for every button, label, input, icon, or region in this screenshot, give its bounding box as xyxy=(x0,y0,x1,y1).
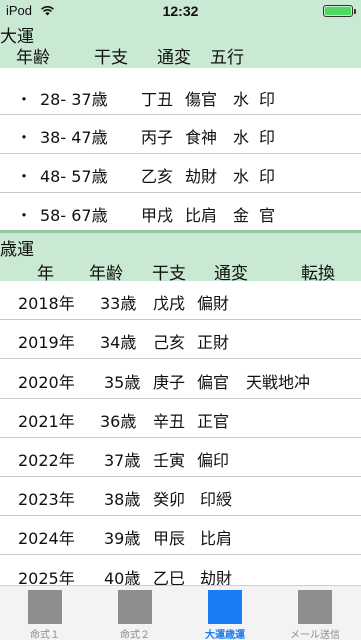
row-kanshi: 壬寅 xyxy=(153,451,186,470)
row-year: 2023年 xyxy=(18,490,75,509)
tab-label: 命式２ xyxy=(120,630,150,640)
row-age: 38歳 xyxy=(104,490,141,509)
row-age: 35歳 xyxy=(104,373,141,392)
row-year: 2020年 xyxy=(18,373,75,392)
row-tsuhen: 偏財 xyxy=(197,294,230,313)
tab-bar: 命式１ 命式２ 大運歳運 メール送信 xyxy=(0,585,361,640)
saiun-row[interactable]: 2020年 35歳 庚子 偏官 天戦地冲 xyxy=(0,359,361,399)
row-kanshi: 丁丑 xyxy=(141,90,174,109)
row-tsuhen: 偏官 xyxy=(197,373,230,392)
battery-icon xyxy=(323,5,356,17)
daiun-saiun-icon xyxy=(208,590,242,624)
row-kanshi: 乙亥 xyxy=(141,167,174,186)
row-year: 2024年 xyxy=(18,529,75,548)
row-kanshi: 庚子 xyxy=(153,373,186,392)
row-gogyo: 水 xyxy=(233,167,250,186)
daiun-col-age: 年齢 xyxy=(16,48,50,68)
row-year: 2019年 xyxy=(18,333,75,352)
row-tsuhen: 食神 xyxy=(185,128,218,147)
row-year: 2021年 xyxy=(18,412,75,431)
row-extra: 官 xyxy=(259,206,276,225)
row-bullet: ・ xyxy=(16,206,33,225)
row-age: 28- 37歳 xyxy=(40,90,108,109)
meishiki-1-icon xyxy=(28,590,62,624)
row-kanshi: 己亥 xyxy=(153,333,186,352)
daiun-row[interactable]: ・ 58- 67歳 甲戌 比肩 金 官 xyxy=(0,193,361,230)
saiun-section-header: 歳運 年 年齢 干支 通変 転換 xyxy=(0,230,361,284)
tab-meishiki-2[interactable]: 命式２ xyxy=(90,586,180,640)
row-extra: 印 xyxy=(259,128,276,147)
daiun-row[interactable]: ・ 28- 37歳 丁丑 傷官 水 印 xyxy=(0,76,361,115)
tab-label: 大運歳運 xyxy=(205,630,245,640)
row-tenkan: 天戦地冲 xyxy=(246,373,311,392)
row-bullet: ・ xyxy=(16,90,33,109)
daiun-col-kanshi: 干支 xyxy=(94,48,128,68)
status-bar: iPod 12:32 xyxy=(0,0,361,22)
row-tsuhen: 正官 xyxy=(197,412,230,431)
daiun-col-gogyo: 五行 xyxy=(210,48,244,68)
row-tsuhen: 劫財 xyxy=(185,167,218,186)
row-age: 38- 47歳 xyxy=(40,128,108,147)
clock: 12:32 xyxy=(162,3,199,19)
saiun-row[interactable]: 2022年 37歳 壬寅 偏印 xyxy=(0,438,361,477)
row-age: 33歳 xyxy=(100,294,137,313)
tab-label: 命式１ xyxy=(30,630,60,640)
meishiki-2-icon xyxy=(118,590,152,624)
daiun-row[interactable]: ・ 48- 57歳 乙亥 劫財 水 印 xyxy=(0,154,361,193)
row-tsuhen: 偏印 xyxy=(197,451,230,470)
battery-fill xyxy=(325,7,351,15)
row-age: 34歳 xyxy=(100,333,137,352)
row-year: 2018年 xyxy=(18,294,75,313)
row-tsuhen: 印綬 xyxy=(200,490,233,509)
row-bullet: ・ xyxy=(16,128,33,147)
row-tsuhen: 比肩 xyxy=(200,529,233,548)
tab-meishiki-1[interactable]: 命式１ xyxy=(0,586,90,640)
row-age: 39歳 xyxy=(104,529,141,548)
row-extra: 印 xyxy=(259,90,276,109)
row-age: 37歳 xyxy=(104,451,141,470)
row-kanshi: 辛丑 xyxy=(153,412,186,431)
row-kanshi: 甲戌 xyxy=(141,206,174,225)
tab-mail-send[interactable]: メール送信 xyxy=(270,586,361,640)
row-tsuhen: 傷官 xyxy=(185,90,218,109)
saiun-row[interactable]: 2024年 39歳 甲辰 比肩 xyxy=(0,516,361,555)
row-age: 36歳 xyxy=(100,412,137,431)
row-gogyo: 水 xyxy=(233,128,250,147)
row-kanshi: 戊戌 xyxy=(153,294,186,313)
tab-daiun-saiun[interactable]: 大運歳運 xyxy=(180,586,270,640)
row-gogyo: 金 xyxy=(233,206,250,225)
saiun-title: 歳運 xyxy=(0,240,34,260)
row-tsuhen: 正財 xyxy=(197,333,230,352)
mail-send-icon xyxy=(298,590,332,624)
row-bullet: ・ xyxy=(16,167,33,186)
row-tsuhen: 比肩 xyxy=(185,206,218,225)
row-age: 58- 67歳 xyxy=(40,206,108,225)
daiun-section-header: 大運 年齢 干支 通変 五行 xyxy=(0,22,361,68)
saiun-row[interactable]: 2021年 36歳 辛丑 正官 xyxy=(0,399,361,438)
daiun-col-tsuhen: 通変 xyxy=(157,48,191,68)
row-extra: 印 xyxy=(259,167,276,186)
saiun-row[interactable]: 2018年 33歳 戊戌 偏財 xyxy=(0,281,361,320)
row-year: 2022年 xyxy=(18,451,75,470)
row-age: 48- 57歳 xyxy=(40,167,108,186)
saiun-row[interactable]: 2023年 38歳 癸卯 印綬 xyxy=(0,477,361,516)
row-kanshi: 丙子 xyxy=(141,128,174,147)
row-kanshi: 癸卯 xyxy=(153,490,186,509)
row-gogyo: 水 xyxy=(233,90,250,109)
tab-label: メール送信 xyxy=(290,630,340,640)
daiun-row[interactable]: ・ 38- 47歳 丙子 食神 水 印 xyxy=(0,115,361,154)
saiun-row[interactable]: 2019年 34歳 己亥 正財 xyxy=(0,320,361,359)
saiun-row[interactable]: 2025年 40歳 乙巳 劫財 xyxy=(0,555,361,588)
row-kanshi: 甲辰 xyxy=(153,529,186,548)
battery-nub xyxy=(354,9,356,14)
